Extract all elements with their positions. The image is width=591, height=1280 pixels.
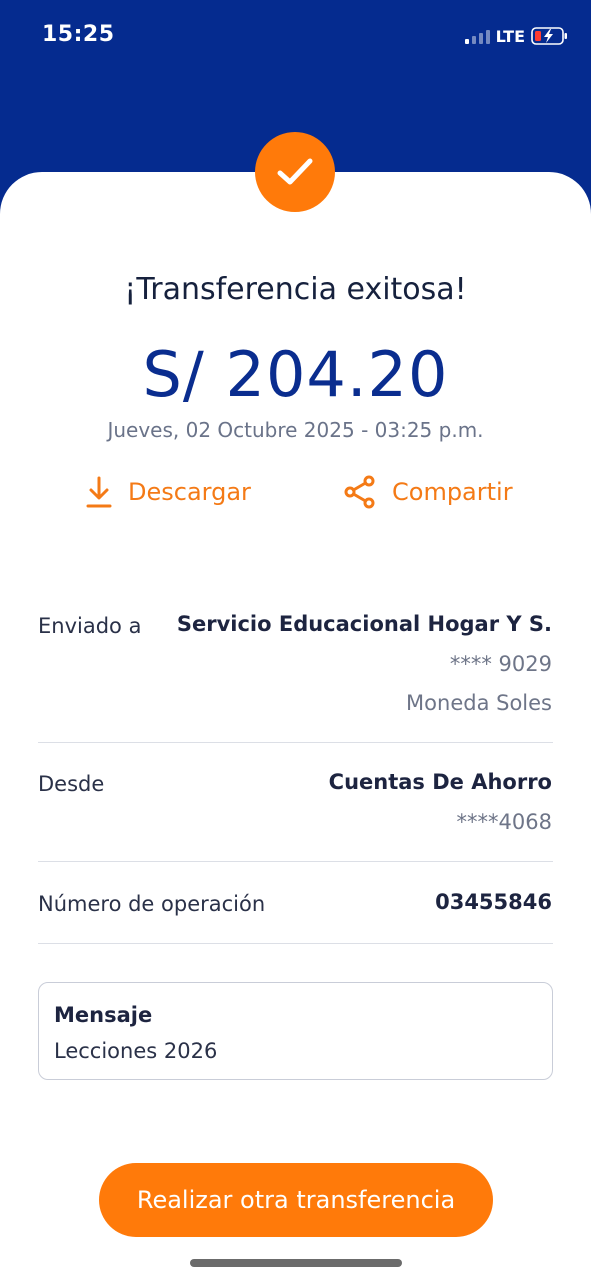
recipient-name: Servicio Educacional Hogar Y S.	[176, 612, 552, 636]
status-indicators: LTE	[464, 26, 569, 46]
recipient-currency: Moneda Soles	[406, 691, 552, 715]
message-title: Mensaje	[54, 1003, 153, 1027]
share-button[interactable]: Compartir	[342, 470, 513, 514]
from-account-type: Cuentas De Ahorro	[328, 770, 552, 794]
check-icon	[277, 158, 313, 185]
transfer-amount: S/ 204.20	[142, 338, 449, 411]
share-label: Compartir	[392, 478, 513, 506]
message-box: Mensaje Lecciones 2026	[38, 982, 553, 1080]
recipient-account: **** 9029	[449, 652, 552, 676]
signal-icon	[464, 28, 490, 44]
from-account-number: ****4068	[456, 810, 552, 834]
home-indicator[interactable]	[190, 1259, 402, 1267]
divider	[38, 943, 553, 944]
success-badge	[255, 132, 335, 212]
share-icon	[344, 475, 375, 509]
message-text: Lecciones 2026	[54, 1039, 218, 1063]
battery-charging-icon	[531, 27, 567, 45]
divider	[38, 861, 553, 862]
download-button[interactable]: Descargar	[84, 470, 251, 514]
new-transfer-button[interactable]: Realizar otra transferencia	[99, 1163, 493, 1237]
from-label: Desde	[38, 772, 105, 796]
network-label: LTE	[495, 26, 525, 46]
transfer-datetime: Jueves, 02 Octubre 2025 - 03:25 p.m.	[107, 418, 484, 442]
sent-to-label: Enviado a	[38, 614, 142, 638]
divider	[38, 742, 553, 743]
success-title: ¡Transferencia exitosa!	[124, 272, 467, 307]
status-time: 15:25	[42, 22, 115, 47]
download-label: Descargar	[128, 478, 251, 506]
status-bar: 15:25 LTE	[0, 0, 591, 72]
operation-number: 03455846	[435, 890, 552, 914]
operation-label: Número de operación	[38, 892, 266, 916]
download-icon	[86, 476, 112, 508]
